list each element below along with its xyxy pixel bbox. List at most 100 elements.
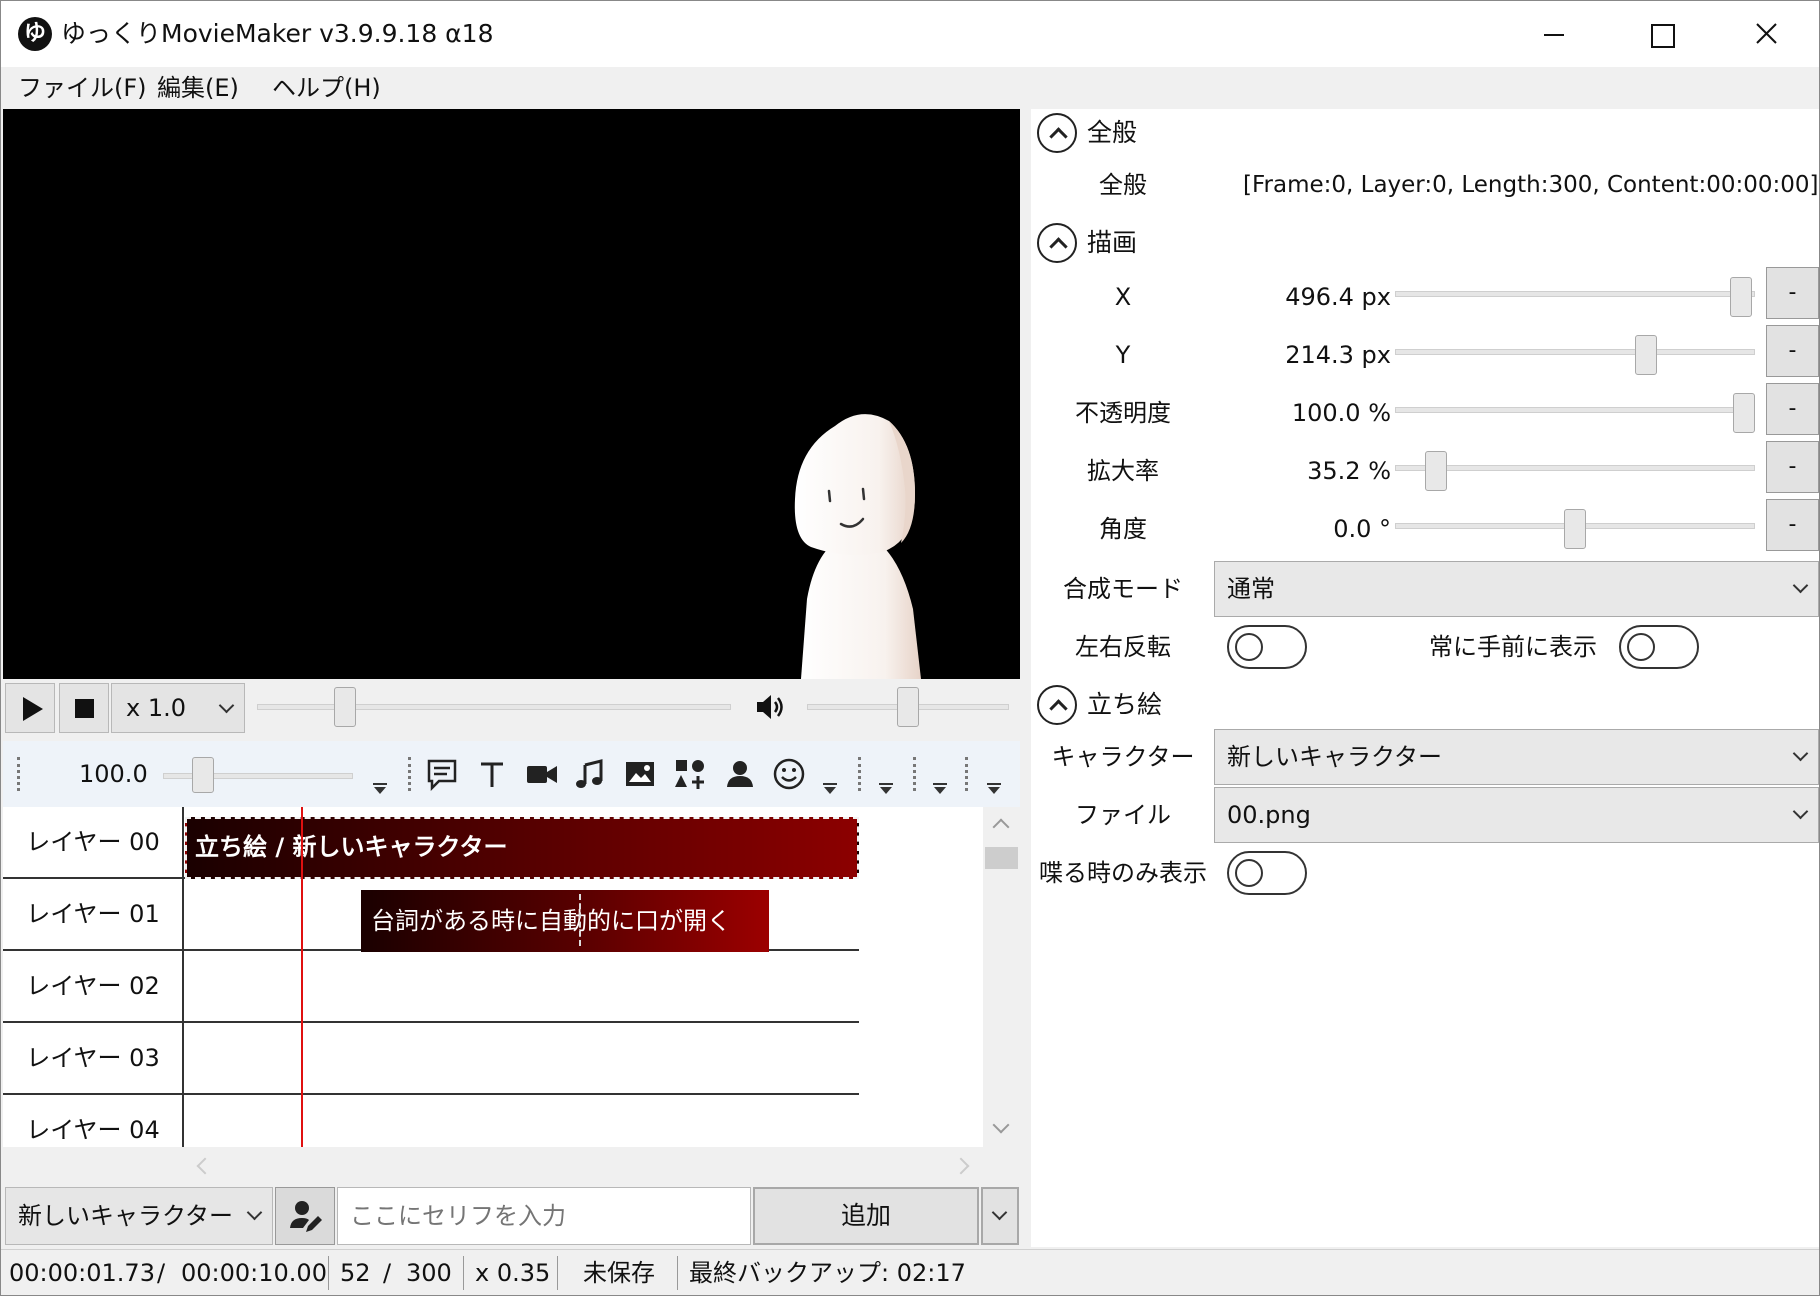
prop-reset-button[interactable]: - — [1766, 383, 1819, 435]
layer-divider — [182, 807, 184, 1147]
timeline-horizontal-scrollbar[interactable] — [3, 1147, 1020, 1185]
minimize-button[interactable] — [1501, 1, 1605, 67]
speak-only-label: 喋る時のみ表示 — [1039, 859, 1207, 887]
prop-slider-thumb[interactable] — [1733, 393, 1755, 433]
general-info: [Frame:0, Layer:0, Length:300, Content:0… — [1243, 172, 1819, 198]
stop-button[interactable] — [59, 683, 109, 733]
layer-label[interactable]: レイヤー 04 — [3, 1095, 183, 1147]
layer-label[interactable]: レイヤー 00 — [3, 807, 183, 879]
playback-bar: x 1.0 — [3, 679, 1020, 735]
play-button[interactable] — [5, 683, 55, 733]
prop-slider-track[interactable] — [1395, 291, 1755, 297]
menu-help[interactable]: ヘルプ(H) — [272, 71, 381, 105]
person-icon[interactable] — [723, 757, 757, 791]
serif-input[interactable] — [337, 1187, 751, 1245]
toolbar-grip[interactable] — [17, 757, 21, 791]
prop-slider-thumb[interactable] — [1729, 277, 1752, 317]
speech-bubble-icon[interactable] — [425, 757, 459, 791]
toolbar-grip[interactable] — [965, 757, 969, 791]
seek-slider-track[interactable] — [257, 704, 731, 710]
collapse-icon[interactable] — [1037, 113, 1077, 153]
close-button[interactable] — [1713, 1, 1817, 67]
video-camera-icon[interactable] — [525, 757, 559, 791]
timeline-clip-serif[interactable]: 台詞がある時に自動的に口が開く — [361, 890, 769, 952]
blend-mode-select[interactable]: 通常 — [1214, 561, 1819, 617]
text-icon[interactable] — [475, 757, 509, 791]
always-front-toggle[interactable] — [1619, 625, 1699, 669]
prop-reset-button[interactable]: - — [1766, 441, 1819, 493]
tachie-file-select[interactable]: 00.png — [1214, 787, 1819, 843]
prop-label: Y — [1115, 341, 1131, 369]
character-select[interactable]: 新しいキャラクター — [5, 1187, 273, 1245]
toolbar-overflow-icon[interactable] — [879, 783, 893, 795]
collapse-icon[interactable] — [1037, 685, 1077, 725]
toolbar-overflow-icon[interactable] — [823, 783, 837, 795]
timeline-toolbar: 100.0 — [3, 741, 1020, 807]
video-preview[interactable] — [3, 109, 1020, 679]
status-current-frame: 52 — [340, 1259, 371, 1287]
prop-value[interactable]: 214.3 px — [1221, 335, 1391, 375]
layer-row[interactable] — [183, 951, 859, 1023]
prop-slider-thumb[interactable] — [1634, 335, 1657, 375]
scroll-down-icon[interactable] — [992, 1116, 1010, 1134]
layer-row[interactable] — [183, 1095, 859, 1147]
speak-only-toggle[interactable] — [1227, 851, 1307, 895]
prop-value[interactable]: 100.0 % — [1221, 393, 1391, 433]
timeline[interactable]: レイヤー 00 レイヤー 01 レイヤー 02 レイヤー 03 レイヤー 04 … — [3, 807, 1020, 1147]
timeline-zoom-value: 100.0 — [79, 760, 148, 788]
timeline-zoom-thumb[interactable] — [191, 757, 214, 793]
prop-reset-button[interactable]: - — [1766, 267, 1819, 319]
collapse-icon[interactable] — [1037, 223, 1077, 263]
prop-reset-button[interactable]: - — [1766, 325, 1819, 377]
status-divider — [328, 1256, 329, 1290]
flip-toggle[interactable] — [1227, 625, 1307, 669]
menu-file[interactable]: ファイル(F) — [18, 71, 147, 105]
image-icon[interactable] — [623, 757, 657, 791]
smiley-icon[interactable] — [772, 757, 806, 791]
timeline-clip-tachie[interactable]: 立ち絵 / 新しいキャラクター — [185, 817, 859, 879]
toolbar-grip[interactable] — [858, 757, 862, 791]
prop-label: X — [1114, 283, 1132, 311]
prop-value[interactable]: 35.2 % — [1221, 451, 1391, 491]
scrollbar-thumb[interactable] — [985, 847, 1018, 869]
speaker-icon[interactable] — [753, 691, 785, 723]
layer-label[interactable]: レイヤー 03 — [3, 1023, 183, 1095]
shapes-add-icon[interactable] — [673, 757, 707, 791]
general-label: 全般 — [1099, 171, 1147, 199]
tachie-character-value: 新しいキャラクター — [1227, 743, 1443, 771]
status-divider — [557, 1256, 558, 1290]
prop-value[interactable]: 0.0 ° — [1221, 509, 1391, 549]
chevron-down-icon — [1792, 803, 1809, 820]
menu-edit[interactable]: 編集(E) — [157, 71, 239, 105]
prop-value[interactable]: 496.4 px — [1221, 277, 1391, 317]
prop-reset-button[interactable]: - — [1766, 499, 1819, 551]
volume-slider-thumb[interactable] — [897, 687, 919, 727]
add-button[interactable]: 追加 — [753, 1187, 979, 1245]
tachie-character-select[interactable]: 新しいキャラクター — [1214, 729, 1819, 785]
prop-slider-track[interactable] — [1395, 465, 1755, 471]
prop-slider-track[interactable] — [1395, 349, 1755, 355]
layer-label[interactable]: レイヤー 01 — [3, 879, 183, 951]
prop-slider-thumb[interactable] — [1564, 509, 1586, 549]
scroll-up-icon[interactable] — [992, 818, 1010, 836]
prop-slider-track[interactable] — [1395, 407, 1755, 413]
voice-settings-button[interactable] — [275, 1187, 335, 1245]
seek-slider-thumb[interactable] — [333, 687, 356, 727]
layer-label[interactable]: レイヤー 02 — [3, 951, 183, 1023]
music-note-icon[interactable] — [573, 757, 607, 791]
toolbar-overflow-icon[interactable] — [373, 783, 387, 795]
prop-label: 拡大率 — [1087, 457, 1159, 485]
scroll-right-icon[interactable] — [952, 1157, 970, 1175]
add-options-button[interactable] — [981, 1187, 1019, 1245]
toolbar-overflow-icon[interactable] — [987, 783, 1001, 795]
prop-slider-thumb[interactable] — [1425, 451, 1448, 491]
maximize-button[interactable] — [1608, 1, 1712, 67]
layer-row[interactable] — [183, 1023, 859, 1095]
toolbar-grip[interactable] — [408, 757, 412, 791]
playhead[interactable] — [301, 807, 303, 1147]
blend-mode-value: 通常 — [1227, 575, 1275, 603]
scroll-left-icon[interactable] — [196, 1157, 214, 1175]
playback-speed-select[interactable]: x 1.0 — [111, 683, 245, 733]
toolbar-grip[interactable] — [913, 757, 917, 791]
toolbar-overflow-icon[interactable] — [933, 783, 947, 795]
